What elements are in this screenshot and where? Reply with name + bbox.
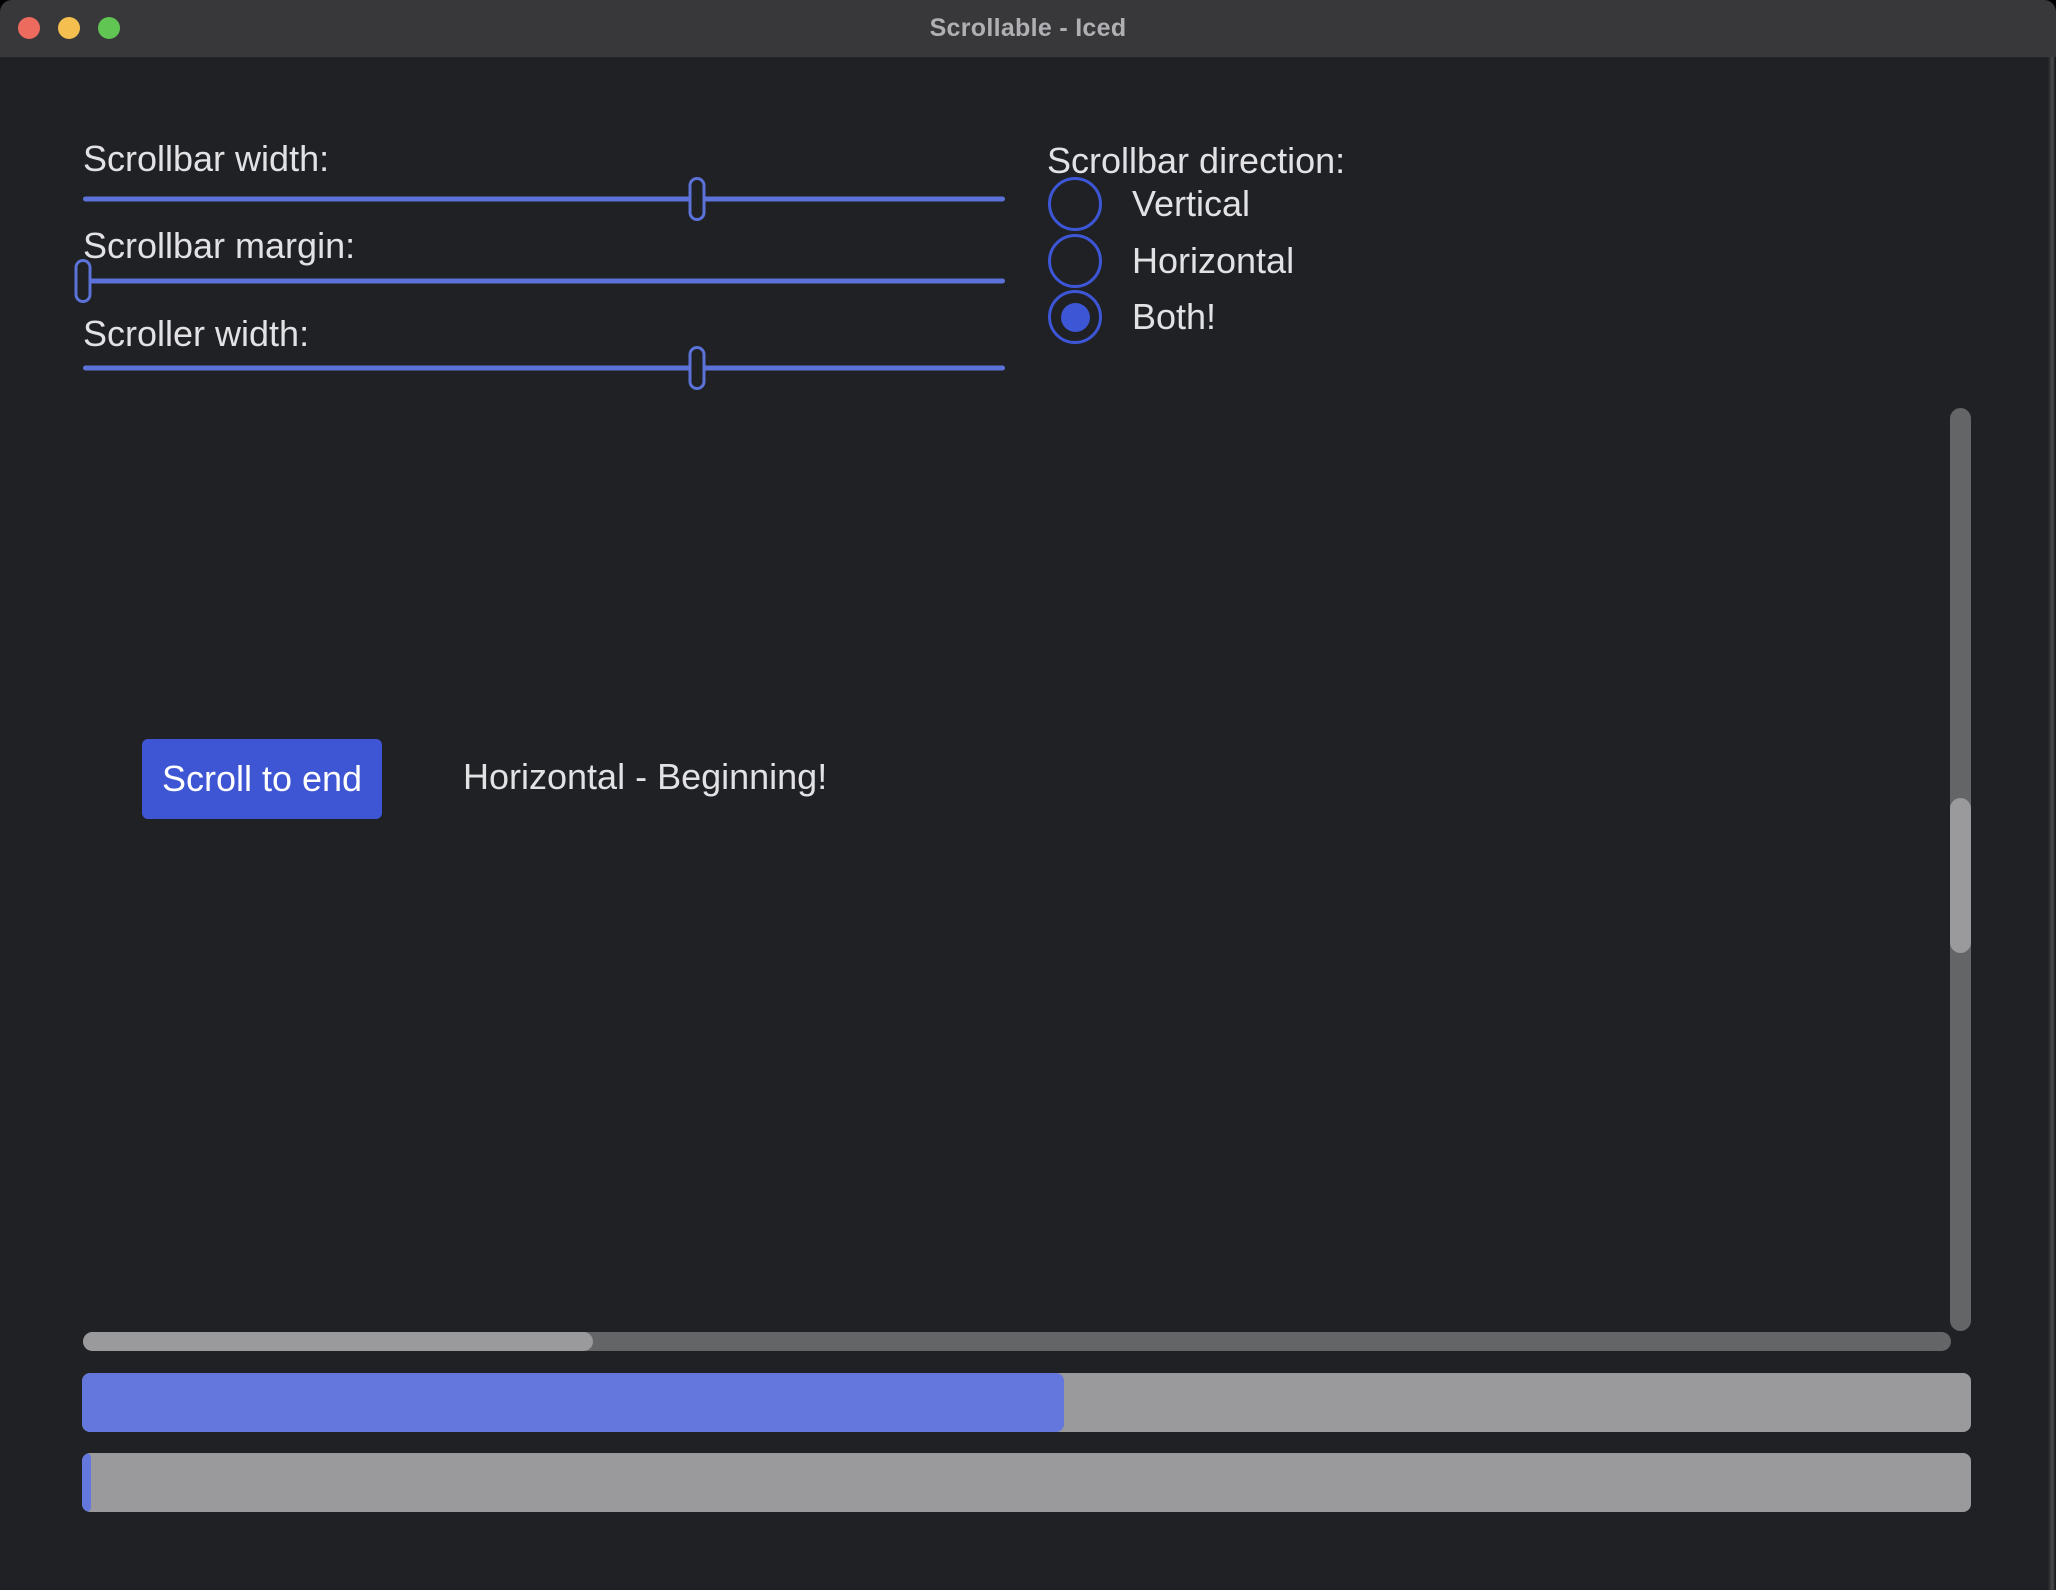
radio-dot-icon <box>1061 303 1090 332</box>
slider-rail[interactable] <box>83 197 1005 202</box>
radio-icon[interactable] <box>1048 177 1102 231</box>
scroll-status-text: Horizontal - Beginning! <box>463 756 827 798</box>
slider-rail[interactable] <box>83 366 1005 371</box>
scrollbar-direction-label: Scrollbar direction: <box>1047 140 1345 182</box>
slider-handle[interactable] <box>689 177 706 221</box>
window-right-edge <box>2048 57 2056 1590</box>
zoom-icon[interactable] <box>98 17 120 39</box>
progress-fill <box>82 1453 91 1512</box>
app-window: Scrollable - Iced Scrollbar width: Scrol… <box>0 0 2056 1590</box>
horizontal-scrollbar-thumb[interactable] <box>83 1332 593 1351</box>
radio-label: Both! <box>1132 296 1216 338</box>
scrollbar-width-label: Scrollbar width: <box>83 138 329 180</box>
radio-icon[interactable] <box>1048 234 1102 288</box>
radio-both[interactable]: Both! <box>1048 290 1216 344</box>
radio-label: Vertical <box>1132 183 1250 225</box>
vertical-scrollbar-thumb[interactable] <box>1950 798 1971 953</box>
window-title: Scrollable - Iced <box>930 14 1127 43</box>
slider-rail[interactable] <box>83 279 1005 284</box>
scrollbar-width-slider[interactable] <box>83 177 1005 221</box>
vertical-scrollbar[interactable] <box>1950 408 1971 1331</box>
close-icon[interactable] <box>18 17 40 39</box>
scroll-to-end-button[interactable]: Scroll to end <box>142 739 382 819</box>
slider-handle[interactable] <box>75 259 92 303</box>
scrollbar-margin-slider[interactable] <box>83 259 1005 303</box>
progress-bar-y <box>82 1453 1971 1512</box>
radio-horizontal[interactable]: Horizontal <box>1048 234 1294 288</box>
progress-bar-x <box>82 1373 1971 1432</box>
title-bar: Scrollable - Iced <box>0 0 2056 58</box>
progress-fill <box>82 1373 1064 1432</box>
radio-label: Horizontal <box>1132 240 1294 282</box>
traffic-lights <box>18 17 120 39</box>
horizontal-scrollbar[interactable] <box>83 1332 1951 1351</box>
radio-icon[interactable] <box>1048 290 1102 344</box>
minimize-icon[interactable] <box>58 17 80 39</box>
slider-handle[interactable] <box>689 346 706 390</box>
radio-vertical[interactable]: Vertical <box>1048 177 1250 231</box>
scroller-width-slider[interactable] <box>83 346 1005 390</box>
